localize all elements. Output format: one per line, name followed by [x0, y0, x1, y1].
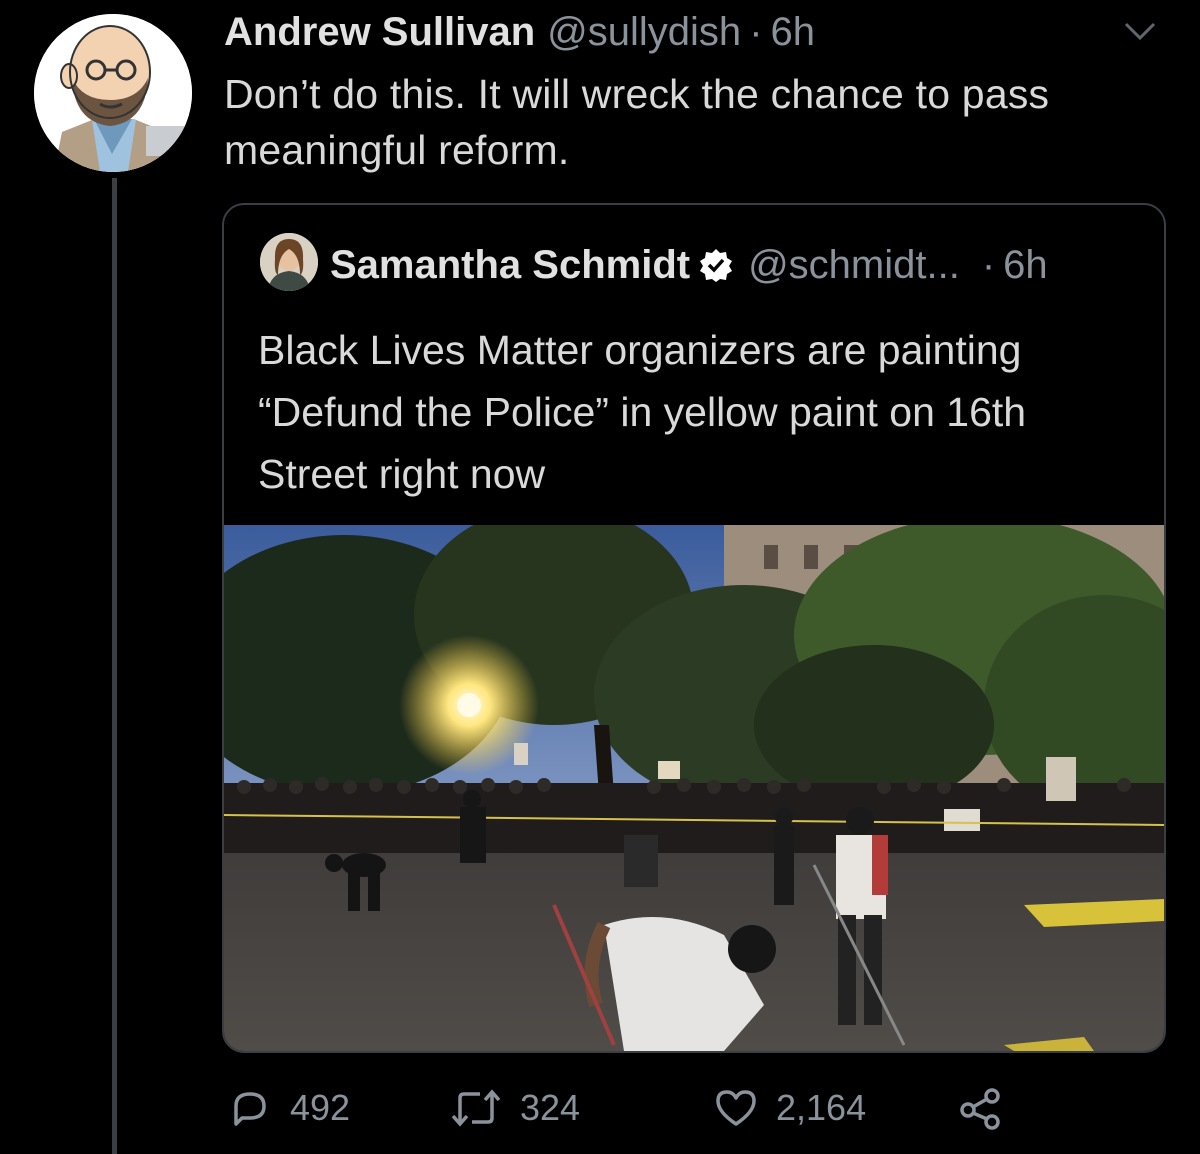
portrait-avatar-icon	[260, 233, 318, 291]
like-button[interactable]: 2,164	[714, 1078, 866, 1138]
author-avatar[interactable]	[34, 14, 192, 172]
quoted-tweet-time[interactable]: 6h	[1003, 243, 1048, 288]
author-name[interactable]: Andrew Sullivan	[224, 10, 535, 55]
quoted-tweet-text: Black Lives Matter organizers are painti…	[258, 327, 1027, 497]
reply-button[interactable]: 492	[228, 1078, 350, 1138]
quoted-author-avatar[interactable]	[260, 233, 318, 291]
retweet-icon	[451, 1089, 501, 1127]
street-protest-photo	[224, 525, 1164, 1051]
chevron-down-icon[interactable]	[1122, 20, 1158, 44]
tweet[interactable]: Andrew Sullivan @sullydish · 6h Don’t do…	[0, 0, 1200, 1154]
thread-line	[112, 178, 117, 1154]
retweet-count: 324	[520, 1087, 581, 1128]
verified-badge-icon	[698, 247, 734, 283]
tweet-time[interactable]: 6h	[771, 10, 816, 55]
reply-count: 492	[290, 1087, 351, 1128]
heart-icon	[716, 1090, 756, 1126]
reply-icon	[234, 1092, 266, 1126]
cartoon-avatar-icon	[34, 14, 192, 172]
header-separator: ·	[749, 10, 763, 54]
retweet-button[interactable]: 324	[450, 1078, 580, 1138]
quoted-tweet-header: Samantha Schmidt @schmidt... · 6h	[330, 237, 1048, 293]
tweet-text: Don’t do this. It will wreck the chance …	[224, 71, 1050, 173]
quoted-tweet[interactable]: Samantha Schmidt @schmidt... · 6h Black …	[222, 203, 1166, 1053]
quoted-author-handle[interactable]: @schmidt...	[748, 243, 960, 288]
quoted-header-separator: ·	[981, 242, 996, 287]
tweet-header: Andrew Sullivan @sullydish · 6h	[224, 10, 815, 58]
quoted-tweet-media[interactable]	[224, 525, 1164, 1051]
share-button[interactable]	[958, 1078, 1020, 1138]
tweet-actions: 492 324 2,164	[224, 1078, 1124, 1138]
author-handle[interactable]: @sullydish	[547, 10, 741, 55]
share-icon	[960, 1088, 1000, 1130]
like-count: 2,164	[776, 1087, 867, 1128]
quoted-author-name[interactable]: Samantha Schmidt	[330, 243, 690, 288]
